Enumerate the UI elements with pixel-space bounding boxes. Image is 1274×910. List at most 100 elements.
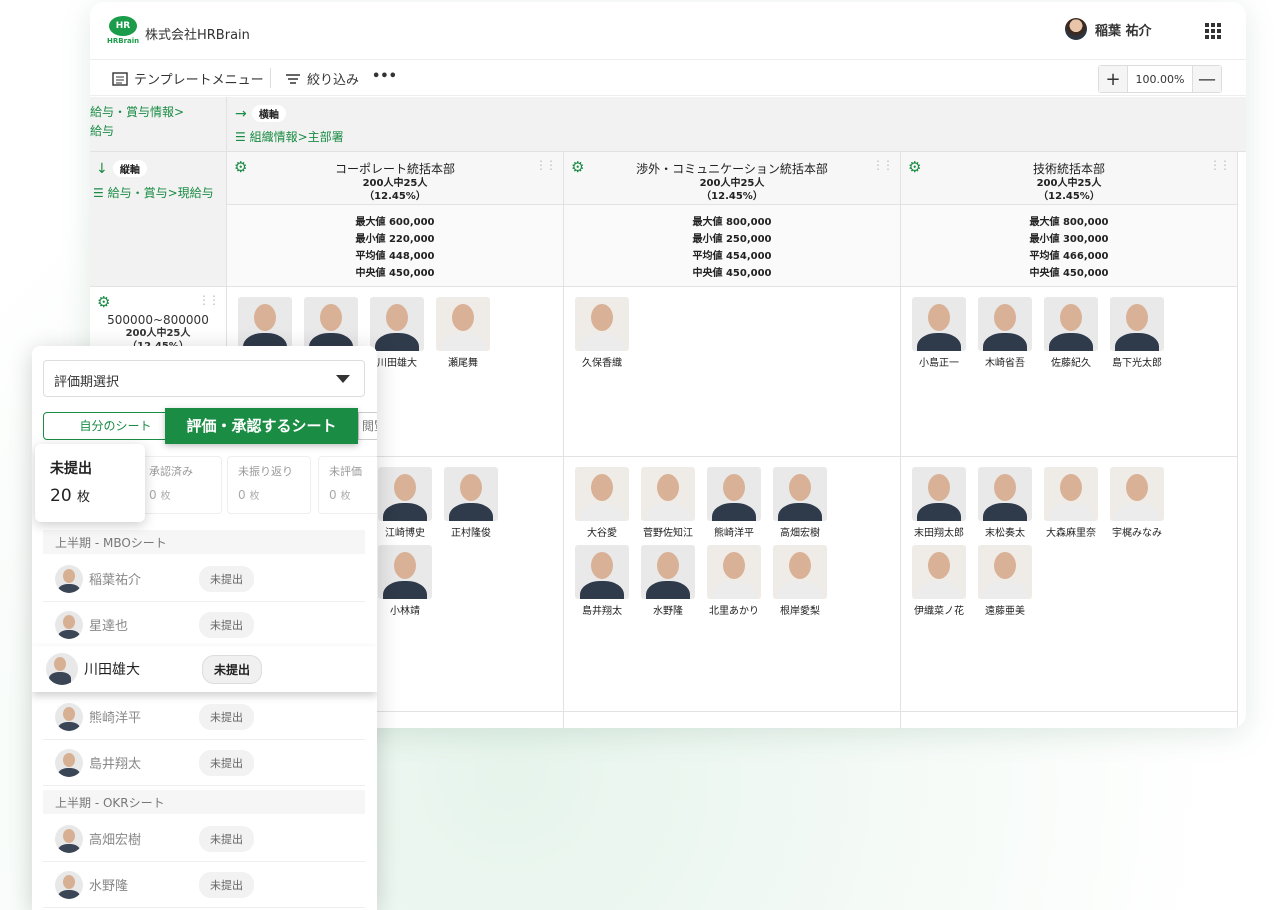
count-unreviewed[interactable]: 未振り返り 0 枚 — [227, 456, 311, 514]
person-photo — [641, 467, 695, 521]
person-name: 熊崎洋平 — [714, 528, 754, 539]
person-card[interactable]: 伊織菜ノ花 — [911, 545, 967, 617]
person-card[interactable]: 久保香織 — [574, 297, 630, 369]
person-photo — [304, 297, 358, 351]
person-card[interactable]: 大森麻里奈 — [1043, 467, 1099, 539]
count-approved[interactable]: 承認済み 0 枚 — [138, 456, 222, 514]
vertical-axis-header: ↓ 縦軸 ☰ 給与・賞与>現給与 — [90, 152, 227, 287]
avatar — [46, 653, 78, 685]
person-photo — [978, 467, 1032, 521]
avatar — [55, 748, 83, 777]
person-card[interactable]: 小林靖 — [377, 545, 433, 617]
person-card[interactable]: 島下光太郎 — [1109, 297, 1165, 369]
person-card[interactable]: 根岸愛梨 — [772, 545, 828, 617]
person-card[interactable]: 遠藤亜美 — [977, 545, 1033, 617]
list-icon: ☰ — [235, 130, 246, 144]
person-card[interactable]: 川田雄大 — [369, 297, 425, 369]
vertical-axis-value[interactable]: ☰ 給与・賞与>現給与 — [93, 184, 214, 201]
person-card[interactable]: 島井翔太 — [574, 545, 630, 617]
arrow-down-icon: ↓ — [96, 161, 108, 177]
person-name: 菅野佐知江 — [643, 528, 693, 539]
tab-view-sheet[interactable]: 閲覧 — [358, 412, 377, 440]
person-name: 宇梶みなみ — [1112, 528, 1162, 539]
person-photo — [1110, 297, 1164, 351]
evaluation-sheet-panel: 評価期選択 自分のシート 閲覧 評価・承認するシート 未提出 20 枚 承認済み… — [32, 346, 377, 910]
list-item-selected[interactable]: 川田雄大 未提出 — [32, 646, 377, 692]
person-photo — [1110, 467, 1164, 521]
person-card[interactable]: 宇梶みなみ — [1109, 467, 1165, 539]
count-unevaluated[interactable]: 未評価 0 枚 — [318, 456, 377, 514]
period-select[interactable]: 評価期選択 — [43, 360, 365, 397]
person-photo — [641, 545, 695, 599]
person-photo — [238, 297, 292, 351]
person-card[interactable]: 瀬尾舞 — [435, 297, 491, 369]
top-bar: HR HRBrain 株式会社HRBrain 稲葉 祐介 — [90, 2, 1246, 60]
drag-handle-icon[interactable]: ⋮⋮ — [1209, 158, 1231, 172]
person-photo — [773, 467, 827, 521]
person-name: 北里あかり — [709, 606, 759, 617]
person-photo — [575, 297, 629, 351]
list-item[interactable]: 星達也 未提出 — [43, 602, 365, 648]
drag-handle-icon[interactable]: ⋮⋮ — [872, 158, 894, 172]
list-item[interactable]: 島井翔太 未提出 — [43, 740, 365, 786]
template-icon — [112, 71, 128, 86]
person-card[interactable]: 大谷愛 — [574, 467, 630, 539]
person-card[interactable]: 末田翔太郎 — [911, 467, 967, 539]
gear-icon[interactable]: ⚙ — [97, 293, 110, 311]
person-card[interactable]: 木崎省吾 — [977, 297, 1033, 369]
person-card[interactable]: 菅野佐知江 — [640, 467, 696, 539]
grid-cell: 末田翔太郎 末松奏太 大森麻里奈 宇梶みなみ伊織菜ノ花 遠藤亜美 — [901, 457, 1238, 712]
axis-bar: 給与・賞与情報> 給与 → 横軸 ☰ 組織情報>主部署 — [90, 97, 1246, 152]
person-name: 江崎博史 — [385, 528, 425, 539]
gear-icon[interactable]: ⚙ — [908, 158, 921, 176]
hrbrain-logo[interactable]: HR HRBrain — [107, 16, 139, 48]
person-name: 木崎省吾 — [985, 358, 1025, 369]
person-card[interactable]: 小島正一 — [911, 297, 967, 369]
vertical-axis-crumb[interactable]: 給与・賞与情報> 給与 — [90, 103, 184, 141]
person-card[interactable]: 佐藤紀久 — [1043, 297, 1099, 369]
avatar — [55, 702, 83, 731]
template-menu-button[interactable]: テンプレートメニュー — [112, 69, 264, 88]
zoom-control: + 100.00% — — [1098, 65, 1222, 93]
status-badge: 未提出 — [199, 703, 254, 730]
gear-icon[interactable]: ⚙ — [571, 158, 584, 176]
person-card[interactable]: 高畑宏樹 — [772, 467, 828, 539]
section-okr: 上半期 - OKRシート — [43, 790, 365, 814]
list-item[interactable]: 高畑宏樹 未提出 — [43, 816, 365, 862]
grid-cell — [564, 712, 901, 728]
user-name: 稲葉 祐介 — [1095, 23, 1152, 39]
filter-button[interactable]: 絞り込み — [285, 69, 359, 88]
count-unsubmitted[interactable]: 未提出 20 枚 — [35, 444, 145, 522]
more-button[interactable]: ••• — [372, 69, 397, 84]
person-photo — [378, 545, 432, 599]
status-badge: 未提出 — [199, 749, 254, 776]
person-photo — [370, 297, 424, 351]
person-card[interactable]: 江崎博史 — [377, 467, 433, 539]
person-name: 島井翔太 — [582, 606, 622, 617]
gear-icon[interactable]: ⚙ — [234, 158, 247, 176]
horizontal-axis-value[interactable]: ☰ 組織情報>主部署 — [235, 128, 344, 145]
tab-own-sheet[interactable]: 自分のシート — [43, 412, 168, 440]
zoom-in-button[interactable]: + — [1099, 66, 1127, 92]
status-badge: 未提出 — [199, 825, 254, 852]
vertical-axis-label: ↓ 縦軸 — [96, 158, 147, 177]
tab-evaluate-sheet[interactable]: 評価・承認するシート — [165, 408, 358, 444]
user-menu[interactable]: 稲葉 祐介 — [1065, 18, 1152, 40]
list-item[interactable]: 稲葉祐介 未提出 — [43, 556, 365, 602]
person-name: 大森麻里奈 — [1046, 528, 1096, 539]
zoom-out-button[interactable]: — — [1193, 66, 1221, 92]
list-item[interactable]: 熊崎洋平 未提出 — [43, 694, 365, 740]
person-name: 遠藤亜美 — [985, 606, 1025, 617]
person-name: 大谷愛 — [587, 528, 617, 539]
drag-handle-icon[interactable]: ⋮⋮ — [535, 158, 557, 172]
drag-handle-icon[interactable]: ⋮⋮ — [198, 293, 220, 307]
status-badge: 未提出 — [199, 611, 254, 638]
person-card[interactable]: 正村隆俊 — [443, 467, 499, 539]
person-card[interactable]: 末松奏太 — [977, 467, 1033, 539]
avatar — [55, 610, 83, 639]
list-item[interactable]: 水野隆 未提出 — [43, 862, 365, 908]
person-card[interactable]: 熊崎洋平 — [706, 467, 762, 539]
person-card[interactable]: 北里あかり — [706, 545, 762, 617]
app-grid-icon[interactable] — [1205, 23, 1221, 39]
person-card[interactable]: 水野隆 — [640, 545, 696, 617]
